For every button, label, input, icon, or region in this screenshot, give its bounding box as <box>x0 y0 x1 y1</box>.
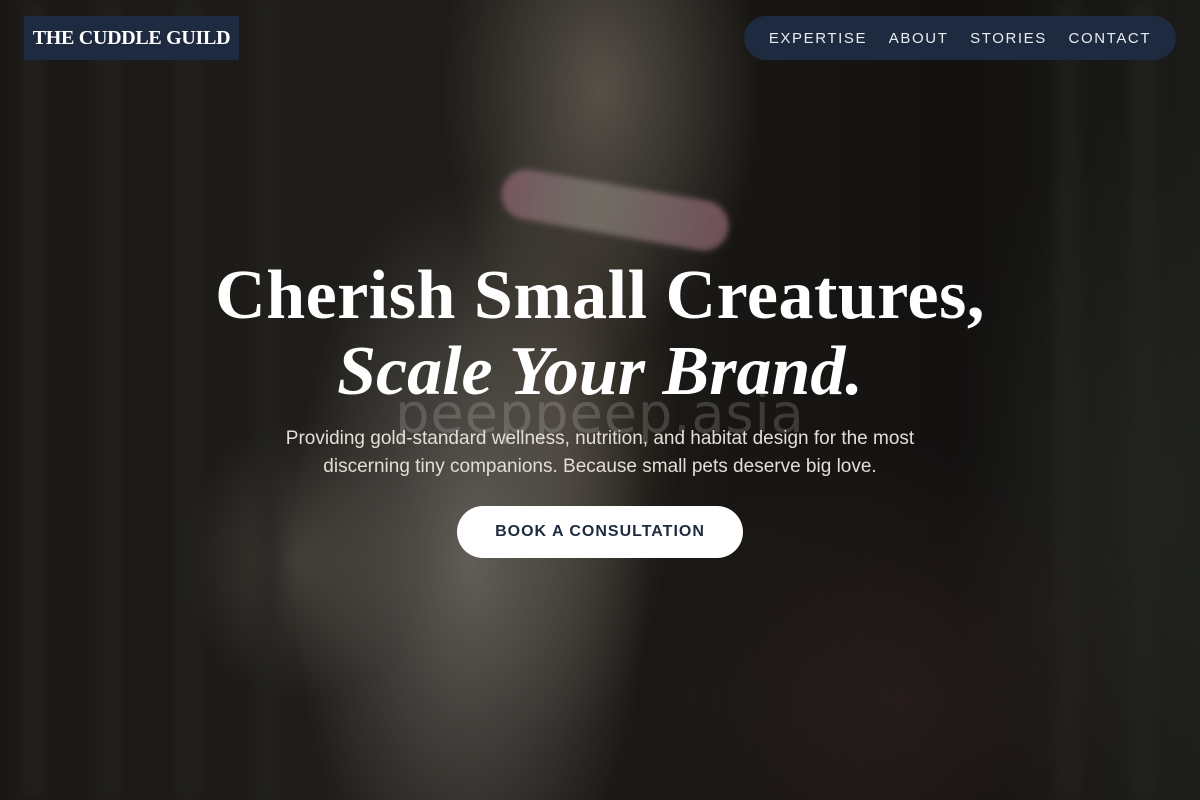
hero-subtitle: Providing gold-standard wellness, nutrit… <box>285 428 915 477</box>
headline-line-1: Cherish Small Creatures, <box>215 257 985 334</box>
logo-link[interactable]: THE CUDDLE GUILD <box>24 16 239 60</box>
main-nav: EXPERTISE ABOUT STORIES CONTACT <box>744 16 1176 60</box>
nav-link-stories[interactable]: STORIES <box>970 30 1047 47</box>
book-consultation-button[interactable]: BOOK A CONSULTATION <box>457 506 743 558</box>
nav-link-expertise[interactable]: EXPERTISE <box>769 30 867 47</box>
nav-link-contact[interactable]: CONTACT <box>1069 30 1152 47</box>
brand-logo-text: THE CUDDLE GUILD <box>32 26 231 49</box>
nav-link-about[interactable]: ABOUT <box>889 30 949 47</box>
